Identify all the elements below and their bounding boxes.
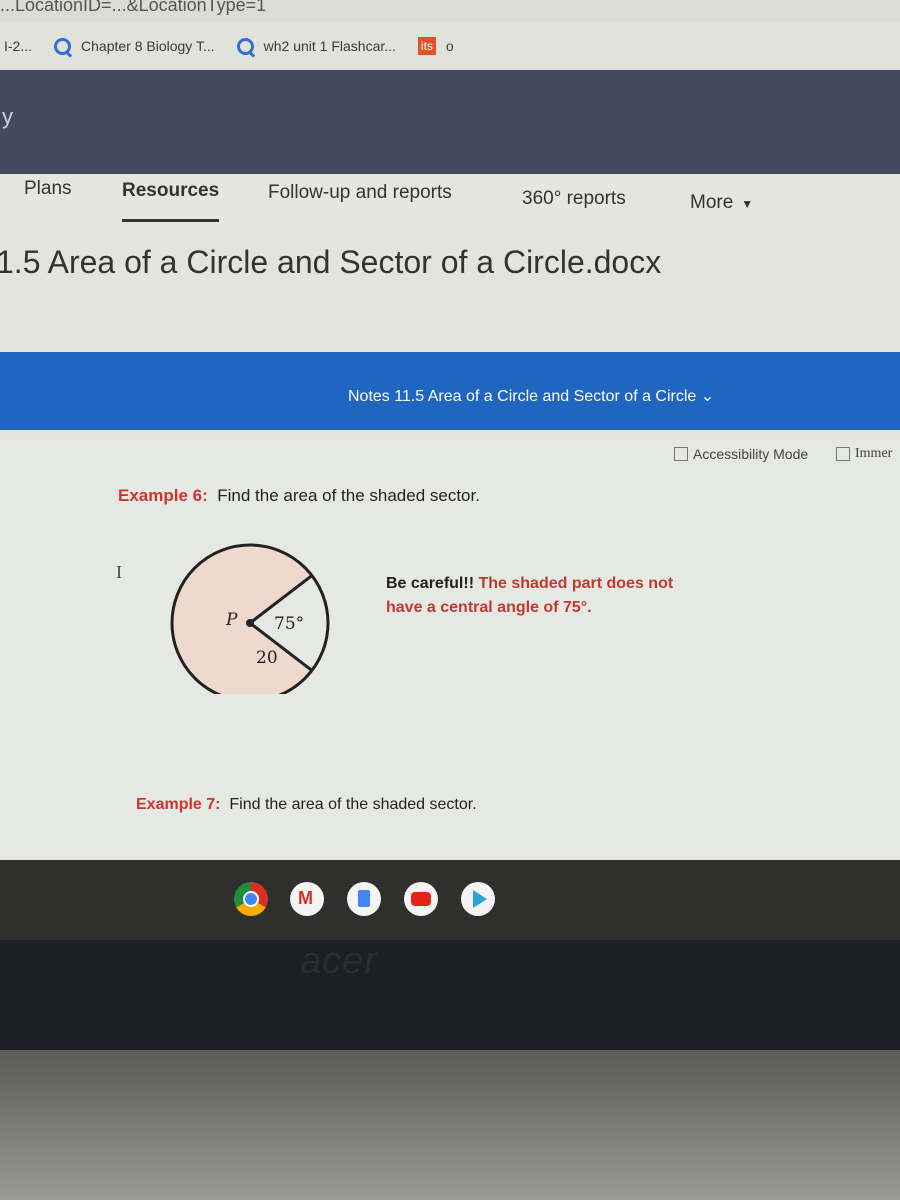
bookmark-label: Chapter 8 Biology T... — [81, 38, 215, 54]
nav-more-label: More — [690, 192, 734, 213]
bookmarks-bar: I-2... Chapter 8 Biology T... wh2 unit 1… — [0, 22, 900, 70]
word-toolbar: Notes 11.5 Area of a Circle and Sector o… — [0, 352, 900, 430]
accessibility-mode-label: Accessibility Mode — [693, 446, 809, 462]
its-icon: its — [417, 37, 436, 55]
example-text: Find the area of the shaded sector. — [229, 796, 477, 813]
url-text: ...LocationID=...&LocationType=1 — [0, 0, 267, 15]
example-7: Example 7: Find the area of the shaded s… — [136, 796, 477, 814]
quizlet-icon — [54, 37, 72, 55]
chevron-down-icon: ⌄ — [700, 388, 715, 405]
docs-icon[interactable] — [347, 882, 381, 916]
angle-label: 75° — [274, 614, 305, 634]
main-nav: Plans Resources Follow-up and reports 36… — [0, 174, 900, 224]
caret-down-icon: ▼ — [741, 197, 754, 211]
brand-logo: acer — [300, 940, 378, 982]
url-bar-fragment[interactable]: ...LocationID=...&LocationType=1 — [0, 0, 900, 22]
note-lead: Be careful!! — [386, 575, 475, 592]
immersive-reader-label: Immer — [855, 446, 893, 461]
nav-plans[interactable]: Plans — [24, 178, 72, 200]
quizlet-icon — [236, 37, 254, 55]
youtube-icon[interactable] — [404, 882, 438, 916]
example-label: Example 7: — [136, 796, 221, 813]
screen: ...LocationID=...&LocationType=1 I-2... … — [0, 0, 900, 860]
immersive-reader-icon — [836, 447, 850, 461]
center-point — [246, 619, 254, 627]
play-store-icon[interactable] — [461, 882, 495, 916]
nav-resources[interactable]: Resources — [122, 180, 220, 222]
example-text: Find the area of the shaded sector. — [217, 486, 480, 505]
center-label: P — [226, 610, 238, 630]
chrome-icon[interactable] — [234, 882, 268, 916]
app-logo-partial[interactable]: y — [2, 104, 13, 130]
immersive-reader-button[interactable]: Immer — [836, 446, 892, 462]
nav-more[interactable]: More ▼ — [690, 192, 753, 214]
app-header: y — [0, 70, 900, 174]
sector-diagram — [170, 543, 330, 703]
radius-label: 20 — [256, 648, 278, 668]
warning-note: Be careful!! The shaded part does not ha… — [386, 572, 696, 620]
laptop-body — [0, 1050, 900, 1200]
bookmark-label: o — [445, 38, 454, 54]
nav-360-reports[interactable]: 360° reports — [522, 188, 626, 210]
chromeos-shelf: M — [0, 860, 900, 940]
accessibility-icon — [674, 447, 688, 461]
circle-figure: P 75° 20 — [160, 534, 360, 703]
bookmark-chapter8[interactable]: Chapter 8 Biology T... — [54, 37, 215, 55]
example-6: Example 6: Find the area of the shaded s… — [118, 486, 480, 506]
bookmark-label: wh2 unit 1 Flashcar... — [263, 38, 396, 54]
document-title: 1.5 Area of a Circle and Sector of a Cir… — [0, 244, 662, 280]
laptop-bezel: acer — [0, 940, 900, 1050]
example-label: Example 6: — [118, 486, 208, 505]
gmail-icon[interactable]: M — [290, 882, 324, 916]
accessibility-mode-button[interactable]: Accessibility Mode — [674, 446, 808, 462]
word-doc-name: Notes 11.5 Area of a Circle and Sector o… — [348, 388, 697, 405]
word-doc-name-dropdown[interactable]: Notes 11.5 Area of a Circle and Sector o… — [348, 386, 714, 406]
bookmark-label: I-2... — [4, 38, 33, 54]
nav-follow-up-reports[interactable]: Follow-up and reports — [268, 182, 452, 204]
bookmark-wh2[interactable]: wh2 unit 1 Flashcar... — [236, 37, 396, 55]
bookmark-1[interactable]: I-2... — [4, 38, 32, 54]
text-cursor-icon: I — [116, 562, 122, 582]
bookmark-its[interactable]: its o — [417, 37, 454, 55]
